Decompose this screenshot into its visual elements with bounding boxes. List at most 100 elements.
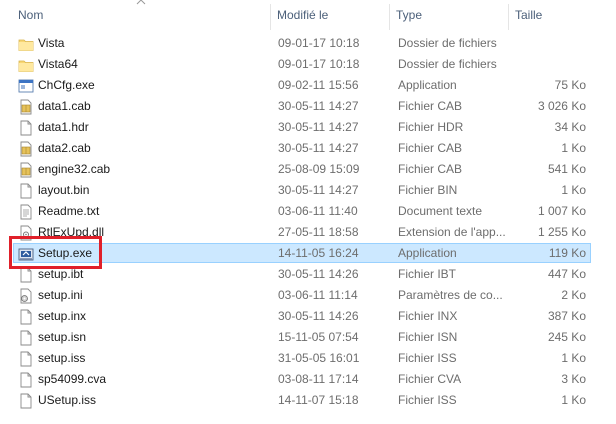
file-icon (20, 120, 32, 136)
file-type: Fichier CAB (398, 141, 463, 155)
application-icon (18, 79, 34, 93)
file-modified-date: 25-08-09 15:09 (278, 162, 360, 176)
file-name: ChCfg.exe (38, 78, 95, 92)
file-size: 3 026 Ko (537, 99, 586, 113)
file-size: 1 Ko (561, 393, 586, 407)
file-name: data1.hdr (38, 120, 89, 134)
file-row[interactable]: setup.isn 15-11-05 07:54 Fichier ISN 245 Ko (13, 327, 591, 347)
column-header-modified[interactable]: Modifié le (271, 0, 389, 30)
folder-icon (18, 60, 34, 72)
file-modified-date: 30-05-11 14:27 (278, 120, 359, 134)
file-size: 447 Ko (547, 267, 586, 281)
file-type: Paramètres de co... (398, 288, 503, 302)
file-modified-date: 09-01-17 10:18 (278, 57, 360, 71)
file-size: 1 Ko (561, 351, 586, 365)
file-name: layout.bin (38, 183, 90, 197)
sort-ascending-icon (136, 0, 146, 5)
file-name: Vista64 (38, 57, 78, 71)
file-row[interactable]: setup.ini 03-06-11 11:14 Paramètres de co.… (13, 285, 591, 305)
file-type: Fichier CAB (398, 99, 463, 113)
file-size: 119 Ko (548, 246, 586, 260)
folder-icon (18, 39, 34, 51)
file-row[interactable]: Vista64 09-01-17 10:18 Dossier de fichiers (13, 54, 591, 74)
file-size: 245 Ko (547, 330, 586, 344)
file-icon (20, 330, 32, 346)
file-name: Vista (38, 36, 65, 50)
file-name: Readme.txt (38, 204, 100, 218)
column-header-size[interactable]: Taille (509, 0, 593, 30)
file-modified-date: 09-02-11 15:56 (278, 78, 359, 92)
file-row[interactable]: Setup.exe 14-11-05 16:24 Application 119 Ko (13, 243, 591, 263)
file-modified-date: 14-11-07 15:18 (278, 393, 359, 407)
dll-file-icon (20, 225, 32, 241)
file-row[interactable]: ChCfg.exe 09-02-11 15:56 Application 75 Ko (13, 75, 591, 95)
file-row[interactable]: Readme.txt 03-06-11 11:40 Document texte 1 … (13, 201, 591, 221)
file-row[interactable]: data1.cab 30-05-11 14:27 Fichier CAB 3 026 … (13, 96, 591, 116)
file-icon (20, 183, 32, 199)
file-type: Dossier de fichiers (398, 57, 497, 71)
file-name: engine32.cab (38, 162, 111, 176)
file-row[interactable]: setup.inx 30-05-11 14:26 Fichier INX 387 Ko (13, 306, 591, 326)
file-size: 75 Ko (554, 78, 586, 92)
file-type: Document texte (398, 204, 483, 218)
file-row[interactable]: setup.iss 31-05-05 16:01 Fichier ISS 1 Ko (13, 348, 591, 368)
file-row[interactable]: Vista 09-01-17 10:18 Dossier de fichiers (13, 33, 591, 53)
file-name: setup.ini (38, 288, 83, 302)
file-icon (20, 267, 32, 283)
file-modified-date: 30-05-11 14:27 (278, 99, 359, 113)
file-icon (20, 351, 32, 367)
file-name: setup.inx (38, 309, 87, 323)
file-row[interactable]: USetup.iss 14-11-07 15:18 Fichier ISS 1 Ko (13, 390, 591, 410)
file-row[interactable]: RtlExUpd.dll 27-05-11 18:58 Extension de l… (13, 222, 591, 242)
file-modified-date: 03-06-11 11:14 (278, 288, 358, 302)
file-modified-date: 27-05-11 18:58 (278, 225, 359, 239)
file-type: Fichier INX (398, 309, 458, 323)
file-type: Dossier de fichiers (398, 36, 497, 50)
file-row[interactable]: data1.hdr 30-05-11 14:27 Fichier HDR 34 Ko (13, 117, 591, 137)
file-size: 34 Ko (554, 120, 586, 134)
column-header-type[interactable]: Type (390, 0, 508, 30)
file-name: Setup.exe (38, 246, 93, 260)
file-name: data2.cab (38, 141, 91, 155)
file-name: RtlExUpd.dll (38, 225, 105, 239)
file-type: Extension de l'app... (398, 225, 506, 239)
file-modified-date: 30-05-11 14:27 (278, 141, 359, 155)
file-size (514, 55, 586, 75)
file-modified-date: 09-01-17 10:18 (278, 36, 360, 50)
file-name: setup.iss (38, 351, 86, 365)
file-icon (20, 393, 32, 409)
file-modified-date: 14-11-05 16:24 (278, 246, 359, 260)
file-modified-date: 03-06-11 11:40 (278, 204, 358, 218)
file-row[interactable]: data2.cab 30-05-11 14:27 Fichier CAB 1 Ko (13, 138, 591, 158)
file-size: 3 Ko (561, 372, 586, 386)
file-modified-date: 30-05-11 14:26 (278, 309, 359, 323)
file-size: 1 Ko (561, 141, 586, 155)
file-name: setup.isn (38, 330, 87, 344)
file-type: Application (398, 78, 457, 92)
file-row[interactable]: sp54099.cva 03-08-11 17:14 Fichier CVA 3 Ko (13, 369, 591, 389)
file-row[interactable]: setup.ibt 30-05-11 14:26 Fichier IBT 447 Ko (13, 264, 591, 284)
file-name: setup.ibt (38, 267, 84, 281)
file-type: Application (398, 246, 457, 260)
text-file-icon (20, 204, 32, 220)
settings-file-icon (20, 288, 32, 304)
file-icon (20, 372, 32, 388)
cab-file-icon (20, 162, 32, 178)
file-modified-date: 03-08-11 17:14 (278, 372, 359, 386)
file-modified-date: 30-05-11 14:26 (278, 267, 359, 281)
file-name: USetup.iss (38, 393, 97, 407)
file-row[interactable]: layout.bin 30-05-11 14:27 Fichier BIN 1 Ko (13, 180, 591, 200)
file-size (514, 34, 586, 54)
file-size: 1 255 Ko (537, 225, 586, 239)
column-header-bar: Nom Modifié le Type Taille (0, 0, 616, 30)
file-name: data1.cab (38, 99, 91, 113)
file-modified-date: 31-05-05 16:01 (278, 351, 360, 365)
file-type: Fichier ISN (398, 330, 458, 344)
file-icon (20, 309, 32, 325)
file-type: Fichier HDR (398, 120, 464, 134)
file-type: Fichier CAB (398, 162, 463, 176)
file-row[interactable]: engine32.cab 25-08-09 15:09 Fichier CAB 541… (13, 159, 591, 179)
setup-application-icon (18, 248, 34, 261)
cab-file-icon (20, 141, 32, 157)
file-size: 2 Ko (561, 288, 586, 302)
